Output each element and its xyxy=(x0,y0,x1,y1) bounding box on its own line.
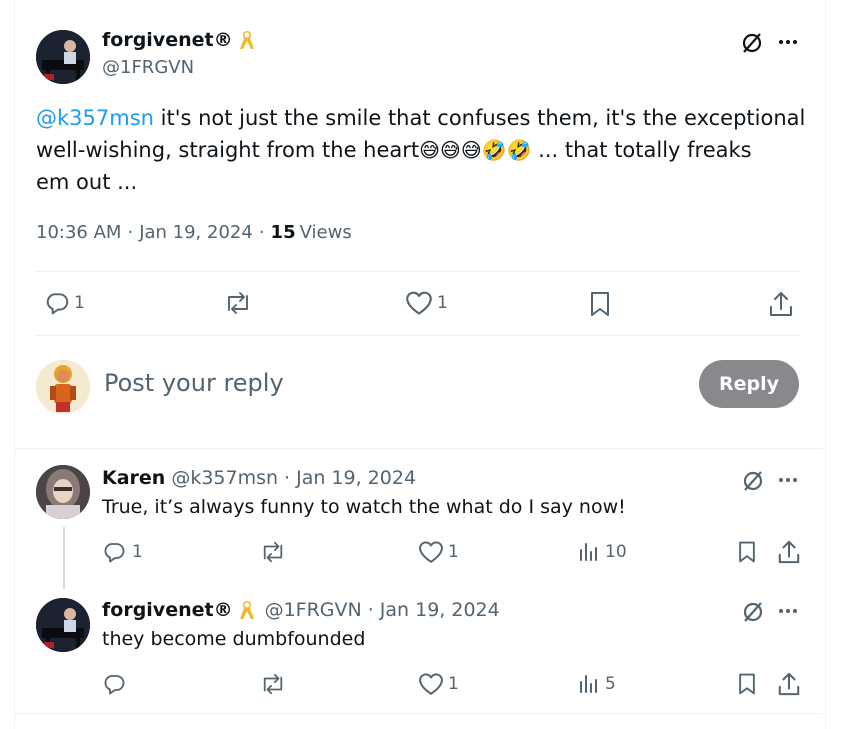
share-icon xyxy=(778,540,800,564)
post-text: @k357msn it's not just the smile that co… xyxy=(36,102,806,198)
share-icon xyxy=(778,672,800,696)
divider xyxy=(36,335,800,336)
reply-input[interactable]: Post your reply xyxy=(104,369,284,397)
repost-icon xyxy=(228,292,248,314)
reply-header: forgivenet® @1FRGVN · Jan 19, 2024 xyxy=(102,599,500,621)
repost-icon xyxy=(263,673,283,695)
author-name[interactable]: forgivenet® xyxy=(102,29,257,51)
reply-header: Karen @k357msn · Jan 19, 2024 xyxy=(102,467,417,489)
views-label: Views xyxy=(299,222,352,243)
like-action[interactable]: 1 xyxy=(405,290,448,316)
post-text-line1: @k357msn it's not just the smile that co… xyxy=(36,102,806,134)
reply-icon xyxy=(104,543,125,563)
reply-icon xyxy=(104,675,125,695)
author-avatar[interactable] xyxy=(36,30,90,84)
reply-count: 1 xyxy=(74,293,85,313)
post-text-span: ... that totally freaks xyxy=(531,138,752,162)
bookmark-icon xyxy=(591,292,609,316)
heart-icon xyxy=(419,673,443,695)
reply-text: they become dumbfounded xyxy=(102,628,366,650)
mention-link[interactable]: @k357msn xyxy=(36,106,154,130)
more-options-icon[interactable] xyxy=(777,32,799,52)
share-action[interactable] xyxy=(768,290,794,318)
yellow-ribbon-icon xyxy=(239,31,254,49)
reply-avatar[interactable] xyxy=(36,598,90,652)
share-icon xyxy=(770,292,792,316)
reply-count: 1 xyxy=(132,542,143,562)
reply-date[interactable]: Jan 19, 2024 xyxy=(380,599,500,621)
repost-icon xyxy=(263,541,283,563)
reply-icon xyxy=(46,293,69,315)
views-count: 5 xyxy=(605,674,616,694)
like-count: 1 xyxy=(448,542,459,562)
current-user-avatar[interactable] xyxy=(36,360,90,414)
heart-icon xyxy=(406,291,432,315)
divider xyxy=(15,448,823,449)
more-options-icon[interactable] xyxy=(777,470,799,490)
bookmark-action[interactable] xyxy=(737,540,757,564)
reply-author-name[interactable]: Karen xyxy=(102,467,165,489)
views-count: 15 xyxy=(270,222,296,243)
analytics-icon xyxy=(580,543,597,561)
share-action[interactable] xyxy=(777,539,801,565)
author-name-text: forgivenet® xyxy=(102,29,233,51)
bookmark-action[interactable] xyxy=(589,290,611,318)
like-action[interactable]: 1 xyxy=(418,672,459,696)
post-text-line3: em out ... xyxy=(36,170,138,194)
reply-handle[interactable]: @k357msn xyxy=(171,467,278,489)
post-text-line2: well-wishing, straight from the heart😅😅😅… xyxy=(36,134,806,166)
share-action[interactable] xyxy=(777,671,801,697)
reply-action[interactable]: 1 xyxy=(102,540,143,564)
divider xyxy=(36,271,800,272)
like-count: 1 xyxy=(437,293,448,313)
views-action[interactable]: 5 xyxy=(578,672,616,696)
grok-icon[interactable] xyxy=(740,31,764,55)
grok-icon[interactable] xyxy=(741,600,765,624)
reply-button[interactable]: Reply xyxy=(699,360,799,408)
reply-date[interactable]: Jan 19, 2024 xyxy=(296,467,416,489)
thread-line xyxy=(63,527,65,589)
emoji-sequence: 😅😅😅🤣🤣 xyxy=(419,138,532,162)
views-count: 10 xyxy=(605,542,627,562)
reply-author-name[interactable]: forgivenet® xyxy=(102,599,233,621)
reply-text: True, it’s always funny to watch the wha… xyxy=(102,496,626,518)
post-time[interactable]: 10:36 AM xyxy=(36,222,121,243)
post-text-span: it's not just the smile that confuses th… xyxy=(153,106,806,130)
grok-icon[interactable] xyxy=(741,469,765,493)
bookmark-icon xyxy=(739,541,755,563)
reply-avatar[interactable] xyxy=(36,465,90,519)
reply-handle[interactable]: @1FRGVN xyxy=(265,599,362,621)
repost-action[interactable] xyxy=(259,540,287,564)
heart-icon xyxy=(419,541,443,563)
yellow-ribbon-icon xyxy=(239,601,254,619)
post-text-span: well-wishing, straight from the heart xyxy=(36,138,420,162)
author-handle[interactable]: @1FRGVN xyxy=(102,57,194,78)
more-options-icon[interactable] xyxy=(777,601,799,621)
repost-action[interactable] xyxy=(259,672,287,696)
post-date[interactable]: Jan 19, 2024 xyxy=(139,222,253,243)
bookmark-icon xyxy=(739,673,755,695)
reply-action[interactable]: 1 xyxy=(44,290,85,316)
repost-action[interactable] xyxy=(223,290,253,316)
divider xyxy=(15,713,823,714)
post-meta: 10:36 AM · Jan 19, 2024 · 15 Views xyxy=(36,222,352,243)
reply-action[interactable] xyxy=(102,672,126,696)
analytics-icon xyxy=(580,675,597,693)
views-action[interactable]: 10 xyxy=(578,540,627,564)
like-action[interactable]: 1 xyxy=(418,540,459,564)
bookmark-action[interactable] xyxy=(737,672,757,696)
like-count: 1 xyxy=(448,674,459,694)
